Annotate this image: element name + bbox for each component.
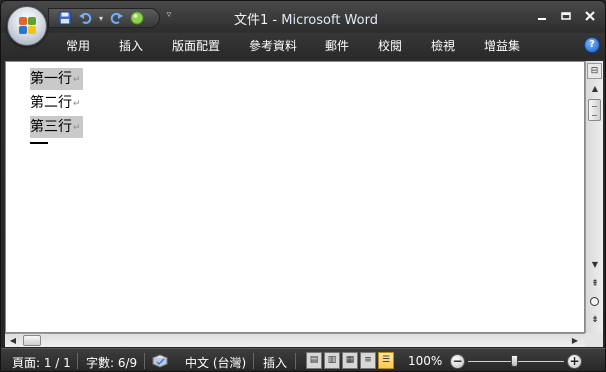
zoom-out-icon[interactable]: − bbox=[450, 354, 465, 369]
paragraph-mark-icon: ↵ bbox=[73, 123, 81, 133]
previous-page-icon[interactable]: ⇞ bbox=[588, 277, 602, 291]
zoom-level[interactable]: 100% bbox=[408, 354, 442, 368]
horizontal-scroll-thumb[interactable] bbox=[23, 335, 41, 346]
tab-page-layout[interactable]: 版面配置 bbox=[170, 37, 222, 55]
line-text: 第二行 bbox=[30, 95, 72, 111]
zoom-in-icon[interactable]: + bbox=[567, 354, 582, 369]
office-button[interactable] bbox=[7, 6, 47, 46]
tab-review[interactable]: 校閱 bbox=[376, 37, 404, 55]
status-divider bbox=[77, 353, 78, 369]
tab-home[interactable]: 常用 bbox=[64, 37, 92, 55]
undo-dropdown-arrow[interactable]: ▾ bbox=[97, 14, 105, 23]
spelling-button[interactable] bbox=[129, 10, 145, 26]
floppy-save-icon bbox=[58, 11, 72, 25]
title-separator: - bbox=[268, 13, 282, 28]
tab-insert[interactable]: 插入 bbox=[117, 37, 145, 55]
paragraph-mark-icon: ↵ bbox=[73, 99, 81, 109]
maximize-button[interactable] bbox=[555, 7, 577, 25]
minimize-button[interactable] bbox=[531, 7, 553, 25]
globe-icon bbox=[130, 11, 144, 25]
line-text: 第三行 bbox=[30, 119, 72, 135]
tab-view[interactable]: 檢視 bbox=[429, 37, 457, 55]
word-window: ▾ ▿ 文件1 - Microsoft Word 常用 插入 版面配置 參考資料… bbox=[0, 0, 606, 372]
scroll-right-arrow-icon[interactable]: ▶ bbox=[569, 334, 581, 347]
horizontal-scrollbar[interactable]: ◀ ▶ bbox=[5, 333, 585, 347]
language-indicator[interactable]: 中文 (台灣) bbox=[185, 354, 246, 371]
page-count[interactable]: 頁面: 1 / 1 bbox=[12, 354, 71, 371]
insert-mode-indicator[interactable]: 插入 bbox=[263, 354, 287, 371]
vertical-scrollbar[interactable]: ⊟ ▲ ▼ ⇞ ⇟ bbox=[585, 61, 603, 333]
maximize-icon bbox=[561, 12, 571, 20]
next-page-icon[interactable]: ⇟ bbox=[588, 313, 602, 327]
select-browse-object-icon[interactable] bbox=[590, 297, 599, 306]
print-layout-icon[interactable]: ▤ bbox=[306, 352, 322, 369]
document-line-1[interactable]: 第一行↵ bbox=[30, 68, 83, 90]
word-count[interactable]: 字數: 6/9 bbox=[86, 354, 137, 371]
window-title: 文件1 - Microsoft Word bbox=[181, 9, 431, 28]
tab-mailings[interactable]: 郵件 bbox=[323, 37, 351, 55]
tab-add-ins[interactable]: 增益集 bbox=[482, 37, 522, 55]
scroll-up-arrow-icon[interactable]: ▲ bbox=[588, 83, 602, 95]
proofing-book-icon[interactable] bbox=[151, 353, 169, 369]
vertical-scroll-thumb[interactable] bbox=[588, 99, 601, 121]
ribbon-tab-bar: 常用 插入 版面配置 參考資料 郵件 校閱 檢視 增益集 ? bbox=[1, 33, 605, 59]
document-line-3[interactable]: 第三行↵ bbox=[30, 116, 83, 138]
office-logo-icon bbox=[19, 17, 37, 35]
undo-button[interactable] bbox=[77, 10, 93, 26]
view-buttons: ▤ ▥ ▦ ≡ ☰ bbox=[306, 352, 402, 370]
line-text: 第一行 bbox=[30, 71, 72, 87]
scroll-left-arrow-icon[interactable]: ◀ bbox=[7, 334, 19, 347]
view-ruler-icon[interactable]: ⊟ bbox=[587, 63, 602, 79]
close-button[interactable] bbox=[579, 7, 601, 25]
paragraph-mark-icon: ↵ bbox=[73, 75, 81, 85]
web-layout-icon[interactable]: ▦ bbox=[342, 352, 358, 369]
outline-view-icon[interactable]: ≡ bbox=[360, 352, 376, 369]
document-line-2[interactable]: 第二行↵ bbox=[30, 92, 83, 114]
zoom-slider-thumb[interactable] bbox=[511, 355, 518, 367]
application-name: Microsoft Word bbox=[281, 13, 378, 28]
scrollbar-corner bbox=[585, 333, 603, 347]
draft-view-icon[interactable]: ☰ bbox=[378, 352, 394, 369]
title-bar: ▾ ▿ 文件1 - Microsoft Word bbox=[1, 1, 605, 46]
status-divider bbox=[253, 353, 254, 369]
document-canvas[interactable]: 第一行↵ 第二行↵ 第三行↵ bbox=[5, 61, 585, 333]
undo-icon bbox=[79, 12, 92, 24]
status-divider bbox=[144, 353, 145, 369]
quick-access-toolbar: ▾ bbox=[48, 8, 160, 28]
close-icon bbox=[585, 11, 595, 21]
document-name: 文件1 bbox=[234, 13, 269, 28]
help-icon[interactable]: ? bbox=[584, 37, 600, 53]
customize-qat-icon[interactable]: ▿ bbox=[163, 10, 175, 24]
redo-icon bbox=[110, 12, 123, 24]
save-button[interactable] bbox=[57, 10, 73, 26]
status-bar: 頁面: 1 / 1 字數: 6/9 中文 (台灣) 插入 ▤ ▥ ▦ ≡ ☰ 1… bbox=[1, 348, 605, 371]
full-screen-reading-icon[interactable]: ▥ bbox=[324, 352, 340, 369]
redo-button[interactable] bbox=[109, 10, 125, 26]
text-cursor bbox=[30, 142, 48, 144]
minimize-icon bbox=[538, 18, 546, 20]
tab-references[interactable]: 參考資料 bbox=[247, 37, 299, 55]
scroll-down-arrow-icon[interactable]: ▼ bbox=[588, 259, 602, 271]
status-divider bbox=[295, 353, 296, 369]
